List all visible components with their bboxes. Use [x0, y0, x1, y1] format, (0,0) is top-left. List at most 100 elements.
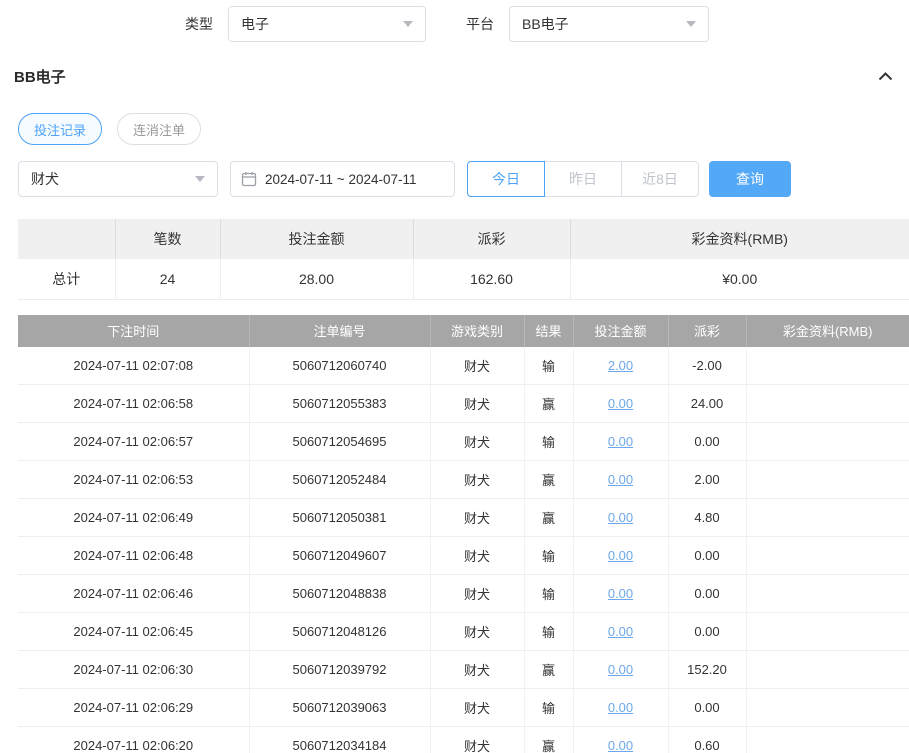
bet-amount-link[interactable]: 0.00: [608, 624, 633, 639]
platform-select[interactable]: BB电子: [509, 6, 709, 42]
col-order-number: 注单编号: [249, 315, 430, 347]
col-game-type: 游戏类别: [430, 315, 524, 347]
payout-cell: 152.20: [668, 651, 746, 689]
result-cell: 赢: [524, 727, 573, 753]
range-today-button[interactable]: 今日: [467, 161, 545, 197]
summary-col-bonus: 彩金资料(RMB): [570, 219, 909, 259]
payout-cell: 0.00: [668, 575, 746, 613]
summary-total-label: 总计: [18, 259, 115, 299]
game-type-cell: 财犬: [430, 385, 524, 423]
bet-amount-link[interactable]: 0.00: [608, 662, 633, 677]
order-number-cell: 5060712048126: [249, 613, 430, 651]
table-row: 2024-07-11 02:06:455060712048126财犬输0.000…: [18, 613, 909, 651]
order-number-cell: 5060712054695: [249, 423, 430, 461]
type-select-value: 电子: [241, 14, 269, 34]
bonus-cell: [746, 423, 909, 461]
type-label: 类型: [185, 14, 213, 34]
date-range-value: 2024-07-11 ~ 2024-07-11: [265, 172, 417, 187]
records-header-row: 下注时间 注单编号 游戏类别 结果 投注金额 派彩 彩金资料(RMB): [18, 315, 909, 347]
table-row: 2024-07-11 02:06:575060712054695财犬输0.000…: [18, 423, 909, 461]
payout-cell: 0.00: [668, 423, 746, 461]
bonus-cell: [746, 727, 909, 753]
bet-time-cell: 2024-07-11 02:06:20: [18, 727, 249, 753]
range-8days-button[interactable]: 近8日: [621, 161, 699, 197]
chevron-down-icon: [403, 21, 413, 27]
bet-amount-link[interactable]: 0.00: [608, 510, 633, 525]
game-type-cell: 财犬: [430, 727, 524, 753]
game-type-cell: 财犬: [430, 689, 524, 727]
order-number-cell: 5060712052484: [249, 461, 430, 499]
result-cell: 赢: [524, 651, 573, 689]
type-select[interactable]: 电子: [228, 6, 426, 42]
bet-amount-cell: 0.00: [573, 727, 668, 753]
platform-label: 平台: [466, 14, 494, 34]
bet-amount-cell: 0.00: [573, 461, 668, 499]
game-type-cell: 财犬: [430, 423, 524, 461]
bet-amount-cell: 0.00: [573, 499, 668, 537]
payout-cell: 4.80: [668, 499, 746, 537]
order-number-cell: 5060712039063: [249, 689, 430, 727]
bet-amount-link[interactable]: 2.00: [608, 358, 633, 373]
quick-range-group: 今日 昨日 近8日: [467, 161, 699, 197]
result-cell: 输: [524, 689, 573, 727]
bet-amount-cell: 0.00: [573, 613, 668, 651]
summary-bonus-value: ¥0.00: [570, 259, 909, 299]
result-cell: 输: [524, 575, 573, 613]
top-filter-bar: 类型 电子 平台 BB电子: [0, 6, 909, 42]
bet-time-cell: 2024-07-11 02:06:58: [18, 385, 249, 423]
bet-amount-link[interactable]: 0.00: [608, 738, 633, 753]
chevron-up-icon: [878, 72, 893, 81]
bet-amount-link[interactable]: 0.00: [608, 548, 633, 563]
result-cell: 输: [524, 537, 573, 575]
search-button[interactable]: 查询: [709, 161, 791, 197]
game-type-cell: 财犬: [430, 575, 524, 613]
bonus-cell: [746, 461, 909, 499]
bonus-cell: [746, 613, 909, 651]
range-yesterday-button[interactable]: 昨日: [544, 161, 622, 197]
bonus-cell: [746, 575, 909, 613]
payout-cell: 0.00: [668, 537, 746, 575]
bet-amount-link[interactable]: 0.00: [608, 434, 633, 449]
date-range-picker[interactable]: 2024-07-11 ~ 2024-07-11: [230, 161, 455, 197]
collapse-button[interactable]: [878, 72, 893, 81]
bet-amount-link[interactable]: 0.00: [608, 700, 633, 715]
bet-time-cell: 2024-07-11 02:07:08: [18, 347, 249, 385]
table-row: 2024-07-11 02:06:305060712039792财犬赢0.001…: [18, 651, 909, 689]
record-tabs: 投注记录 连消注单: [18, 113, 909, 145]
result-cell: 输: [524, 347, 573, 385]
bet-amount-link[interactable]: 0.00: [608, 586, 633, 601]
col-bet-amount: 投注金额: [573, 315, 668, 347]
payout-cell: 2.00: [668, 461, 746, 499]
bet-amount-cell: 0.00: [573, 651, 668, 689]
game-select-value: 财犬: [31, 169, 59, 189]
order-number-cell: 5060712050381: [249, 499, 430, 537]
result-cell: 赢: [524, 499, 573, 537]
bet-time-cell: 2024-07-11 02:06:48: [18, 537, 249, 575]
bet-amount-link[interactable]: 0.00: [608, 396, 633, 411]
bet-amount-cell: 0.00: [573, 689, 668, 727]
summary-bet-amount-value: 28.00: [220, 259, 413, 299]
table-row: 2024-07-11 02:06:535060712052484财犬赢0.002…: [18, 461, 909, 499]
calendar-icon: [241, 171, 257, 187]
order-number-cell: 5060712048838: [249, 575, 430, 613]
payout-cell: 24.00: [668, 385, 746, 423]
table-row: 2024-07-11 02:07:085060712060740财犬输2.00-…: [18, 347, 909, 385]
summary-col-empty: [18, 219, 115, 259]
game-type-cell: 财犬: [430, 347, 524, 385]
bonus-cell: [746, 537, 909, 575]
summary-payout-value: 162.60: [413, 259, 570, 299]
game-select[interactable]: 财犬: [18, 161, 218, 197]
tab-bet-records[interactable]: 投注记录: [18, 113, 102, 145]
bet-records-page: 类型 电子 平台 BB电子 BB电子 投注记录 连消注单 财犬: [0, 6, 909, 753]
col-bonus: 彩金资料(RMB): [746, 315, 909, 347]
summary-col-count: 笔数: [115, 219, 220, 259]
table-row: 2024-07-11 02:06:585060712055383财犬赢0.002…: [18, 385, 909, 423]
bet-amount-link[interactable]: 0.00: [608, 472, 633, 487]
bonus-cell: [746, 347, 909, 385]
game-type-cell: 财犬: [430, 613, 524, 651]
table-row: 2024-07-11 02:06:295060712039063财犬输0.000…: [18, 689, 909, 727]
records-body: 2024-07-11 02:07:085060712060740财犬输2.00-…: [18, 347, 909, 753]
tab-cancelled-orders[interactable]: 连消注单: [117, 113, 201, 145]
table-row: 2024-07-11 02:06:485060712049607财犬输0.000…: [18, 537, 909, 575]
col-payout: 派彩: [668, 315, 746, 347]
